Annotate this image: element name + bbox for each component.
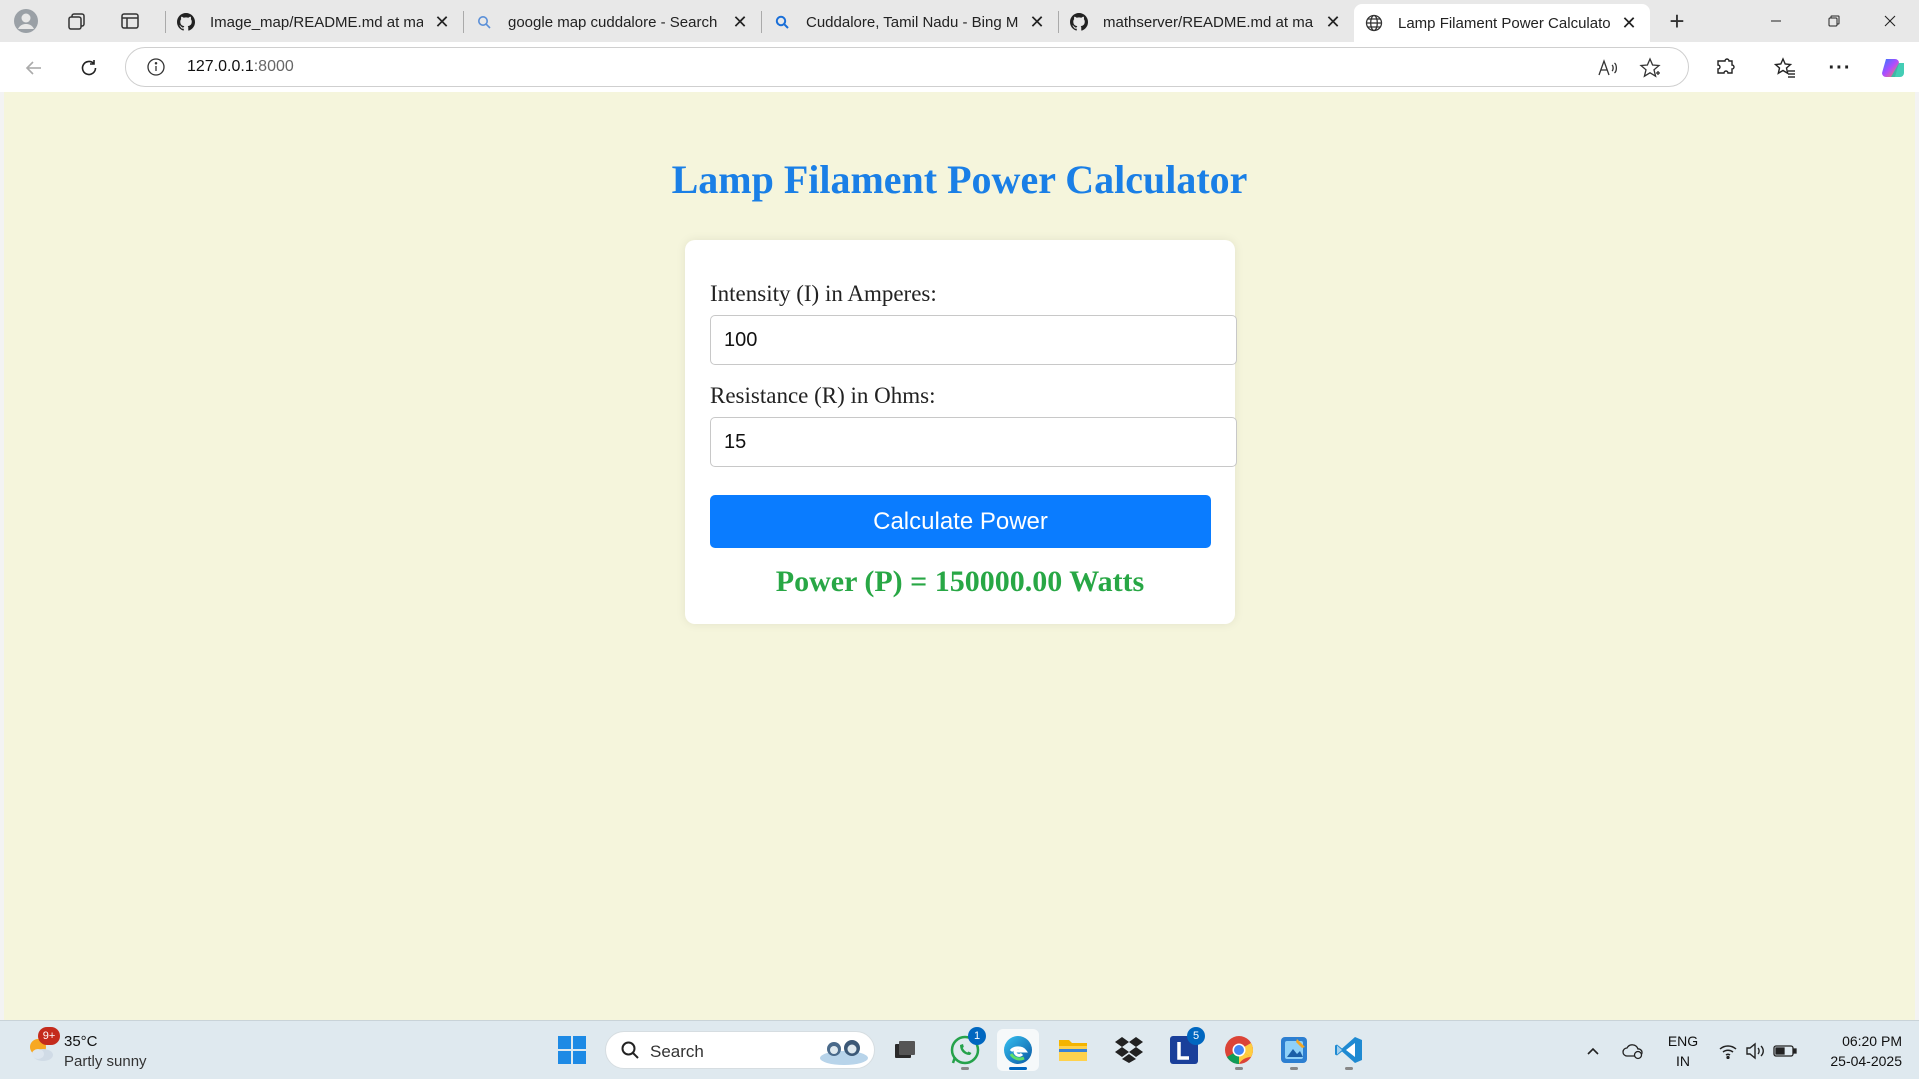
close-tab-icon[interactable]: ✕ [729,11,751,33]
lens-icon[interactable]: 5 [1163,1027,1205,1071]
tab-bing-maps[interactable]: Cuddalore, Tamil Nadu - Bing Ma ✕ [762,4,1058,40]
tab-title: google map cuddalore - Search [508,13,718,31]
github-icon [1069,12,1089,32]
calculator-card: Intensity (I) in Amperes: Resistance (R)… [685,240,1237,624]
whatsapp-badge: 1 [968,1027,986,1045]
battery-icon[interactable] [1772,1021,1798,1079]
search-label: Search [650,1042,704,1061]
copilot-icon[interactable] [1875,50,1911,86]
vscode-icon[interactable] [1328,1029,1370,1071]
close-tab-icon[interactable]: ✕ [1026,11,1048,33]
show-hidden-icons-chevron-icon[interactable] [1582,1021,1604,1079]
profile-icon[interactable] [6,6,46,36]
address-bar[interactable]: 127.0.0.1:8000 [125,47,1689,87]
window-close-icon[interactable] [1861,0,1919,42]
tab-mathserver[interactable]: mathserver/README.md at main ✕ [1059,4,1354,40]
tab-lamp-calculator[interactable]: Lamp Filament Power Calculator ✕ [1354,4,1650,42]
calculate-power-button[interactable]: Calculate Power [710,495,1211,548]
workspaces-icon[interactable] [57,6,97,36]
navigation-bar: 127.0.0.1:8000 ··· [0,42,1919,92]
new-tab-icon[interactable]: + [1657,6,1697,36]
wifi-icon[interactable] [1716,1021,1740,1079]
close-tab-icon[interactable]: ✕ [1618,12,1640,34]
tab-title: Cuddalore, Tamil Nadu - Bing Ma [806,13,1018,31]
chrome-icon[interactable] [1218,1029,1260,1071]
tab-strip: Image_map/README.md at main ✕ google map… [0,0,1919,42]
tab-title: Image_map/README.md at main [210,13,423,31]
tab-title: mathserver/README.md at main [1103,13,1314,31]
url-text: 127.0.0.1:8000 [187,58,294,76]
page-title: Lamp Filament Power Calculator [671,157,1248,202]
taskbar-search[interactable]: Search [605,1031,875,1069]
url-host: 127.0.0.1 [187,58,254,75]
tab-title: Lamp Filament Power Calculator [1398,14,1610,32]
close-tab-icon[interactable]: ✕ [1322,11,1344,33]
favorites-icon[interactable] [1767,50,1803,86]
extensions-icon[interactable] [1707,50,1743,86]
power-result: Power (P) = 150000.00 Watts [775,565,1145,598]
windows-start-icon[interactable] [551,1029,593,1071]
search-icon [772,12,792,32]
globe-icon [1364,13,1384,33]
weather-badge: 9+ [38,1027,60,1045]
restore-icon[interactable] [1805,0,1863,42]
weather-temperature: 35°C [64,1033,98,1050]
minimize-icon[interactable] [1747,0,1805,42]
file-explorer-icon[interactable] [1052,1029,1094,1071]
intensity-input[interactable] [710,315,1237,365]
tab-image-map[interactable]: Image_map/README.md at main ✕ [166,4,463,40]
edge-icon[interactable] [997,1029,1039,1071]
clock-time: 06:20 PM [1842,1033,1902,1049]
back-icon[interactable] [16,50,52,86]
close-tab-icon[interactable]: ✕ [431,11,453,33]
lens-badge: 5 [1187,1027,1205,1045]
resistance-input[interactable] [710,417,1237,467]
search-icon [474,12,494,32]
task-view-icon[interactable] [884,1029,926,1071]
language-code: ENG [1667,1033,1699,1049]
refresh-icon[interactable] [71,50,107,86]
tab-google-map-search[interactable]: google map cuddalore - Search ✕ [464,4,761,40]
site-info-icon[interactable] [146,57,166,82]
paint-icon[interactable] [1273,1029,1315,1071]
search-highlight-icon [818,1036,870,1071]
volume-icon[interactable] [1744,1021,1768,1079]
more-options-icon[interactable]: ··· [1822,50,1858,86]
read-aloud-icon[interactable] [1596,56,1620,80]
github-icon [176,12,196,32]
language-region: IN [1676,1053,1690,1069]
clock-date: 25-04-2025 [1830,1053,1902,1069]
page-viewport: Lamp Filament Power Calculator Intensity… [4,92,1915,1020]
url-port: :8000 [253,58,294,75]
whatsapp-icon[interactable]: 1 [944,1027,986,1071]
vertical-tabs-icon[interactable] [110,6,150,36]
input-language[interactable]: ENG IN [1666,1031,1700,1071]
intensity-label: Intensity (I) in Amperes: [710,281,937,306]
search-icon [620,1040,640,1065]
taskbar: 9+ 35°C Partly sunny Search 1 5 ENG IN 0… [0,1020,1919,1079]
dropbox-icon[interactable] [1108,1029,1150,1071]
resistance-label: Resistance (R) in Ohms: [710,383,936,408]
system-clock[interactable]: 06:20 PM 25-04-2025 [1812,1031,1902,1071]
favorite-star-icon[interactable] [1638,56,1662,80]
weather-description: Partly sunny [64,1053,147,1070]
onedrive-sync-icon[interactable] [1620,1021,1646,1079]
